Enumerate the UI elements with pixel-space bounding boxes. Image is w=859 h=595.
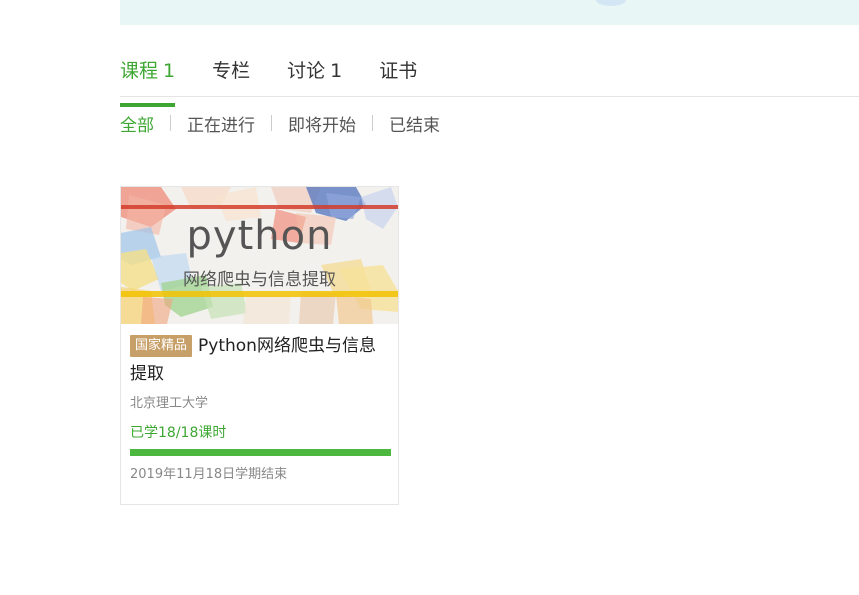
banner-decoration xyxy=(596,0,626,6)
page: 课程 1 专栏 讨论 1 证书 全部 正在进行 即将开始 已结束 python … xyxy=(0,0,859,595)
course-end-date: 2019年11月18日学期结束 xyxy=(130,467,288,482)
tab-courses-count: 1 xyxy=(163,60,176,82)
course-progress-text: 已学18/18课时 xyxy=(130,425,227,441)
filter-ended[interactable]: 已结束 xyxy=(389,111,440,136)
top-banner xyxy=(120,0,859,25)
tab-columns[interactable]: 专栏 xyxy=(212,56,250,96)
course-progress-fill xyxy=(130,449,391,456)
tab-columns-label: 专栏 xyxy=(212,60,251,82)
course-thumbnail[interactable]: python 网络爬虫与信息提取 xyxy=(121,187,398,324)
filter-divider xyxy=(372,115,373,131)
filter-ongoing[interactable]: 正在进行 xyxy=(187,111,255,136)
main-tabs: 课程 1 专栏 讨论 1 证书 xyxy=(120,56,859,107)
status-filters: 全部 正在进行 即将开始 已结束 xyxy=(120,110,440,136)
course-progress-bar xyxy=(130,449,391,456)
tab-discussions-count: 1 xyxy=(330,60,343,82)
course-school: 北京理工大学 xyxy=(130,396,209,411)
filter-divider xyxy=(170,115,171,131)
tab-courses-label: 课程 xyxy=(120,60,159,82)
quality-badge: 国家精品 xyxy=(130,335,193,357)
filter-divider xyxy=(271,115,272,131)
tab-discussions[interactable]: 讨论 1 xyxy=(287,56,342,96)
thumbnail-title: python xyxy=(186,213,333,259)
course-title-line[interactable]: 国家精品 Python网络爬虫与信息提取 xyxy=(130,332,389,388)
tab-courses[interactable]: 课程 1 xyxy=(120,56,176,107)
filter-upcoming[interactable]: 即将开始 xyxy=(288,111,356,136)
tab-certificates-label: 证书 xyxy=(379,60,418,82)
filter-all[interactable]: 全部 xyxy=(120,111,154,136)
course-card-body: 国家精品 Python网络爬虫与信息提取 北京理工大学 已学18/18课时 201… xyxy=(121,324,398,485)
course-card[interactable]: python 网络爬虫与信息提取 国家精品 Python网络爬虫与信息提取 北京理… xyxy=(120,186,399,505)
thumbnail-subtitle: 网络爬虫与信息提取 xyxy=(183,270,336,290)
tab-discussions-label: 讨论 xyxy=(287,60,326,82)
tab-certificates[interactable]: 证书 xyxy=(379,56,417,96)
